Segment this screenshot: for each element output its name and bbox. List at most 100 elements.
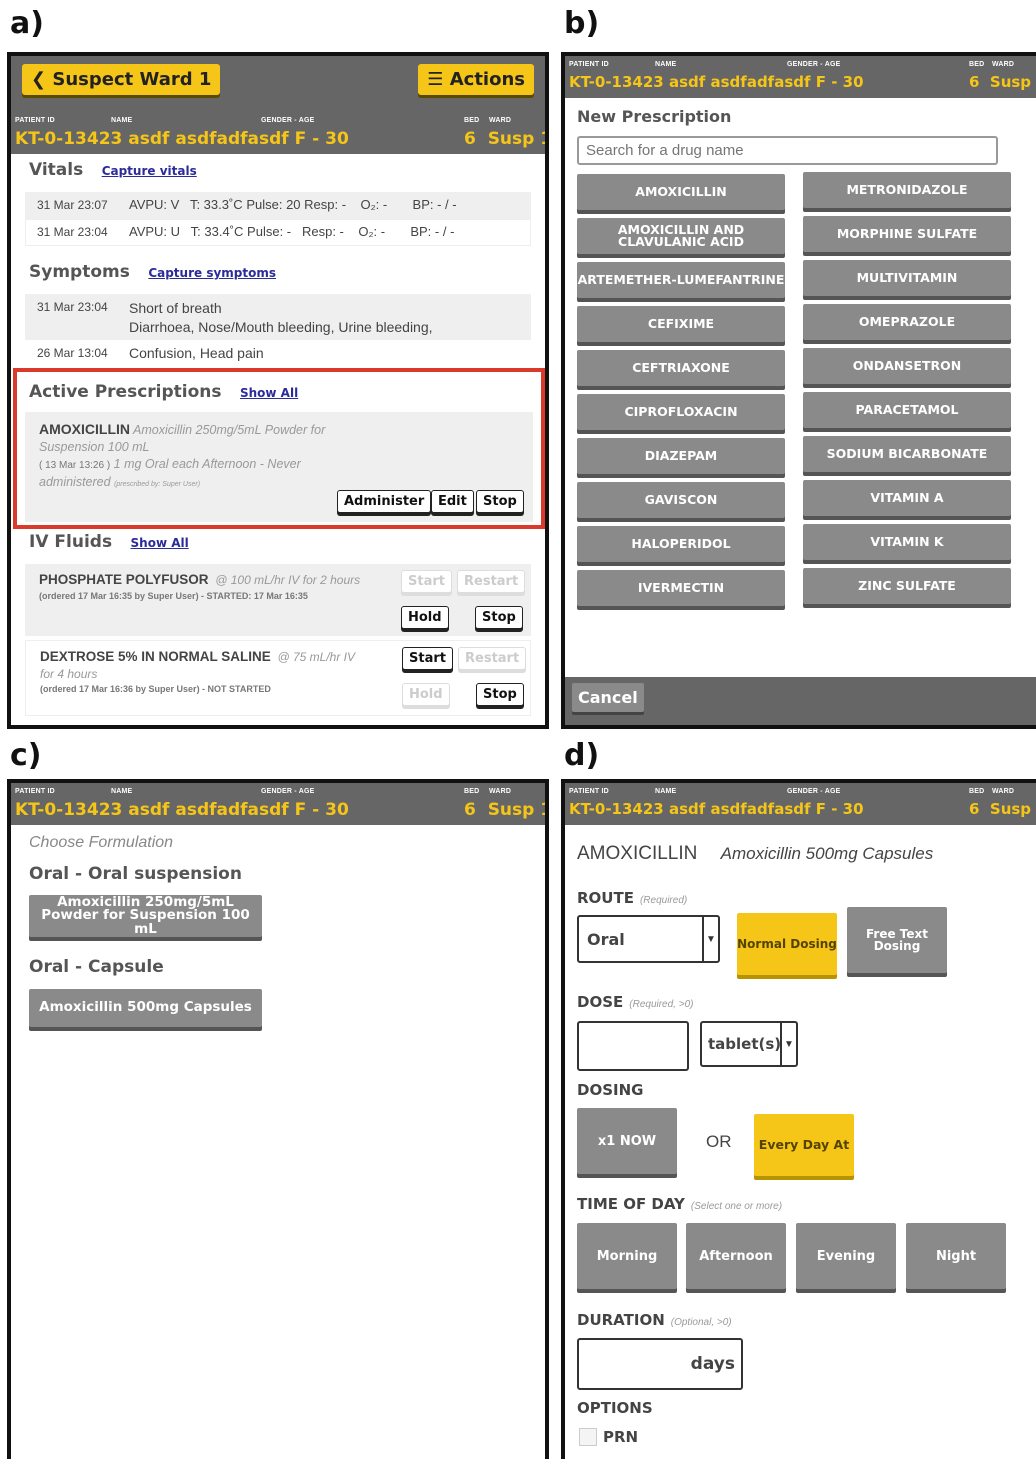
start-button[interactable]: Start bbox=[402, 647, 453, 670]
stop-button[interactable]: Stop bbox=[476, 490, 524, 513]
patient-id: KT-0-13423 asdf asdfadfasdf F - 30 bbox=[569, 800, 864, 818]
formulation-option[interactable]: Amoxicillin 500mg Capsules bbox=[29, 989, 262, 1027]
drug-button[interactable]: PARACETAMOL bbox=[803, 392, 1011, 428]
bed-ward: 6 Susp 1 bbox=[464, 800, 549, 820]
actions-button[interactable]: ☰ Actions bbox=[418, 64, 534, 95]
every-day-at-button[interactable]: Every Day At bbox=[754, 1114, 854, 1176]
symptoms-title: Symptoms bbox=[29, 262, 130, 282]
drug-button[interactable]: ZINC SULFATE bbox=[803, 568, 1011, 604]
top-bar: ❮ Suspect Ward 1 ☰ Actions bbox=[11, 56, 545, 112]
patient-id: KT-0-13423 asdf asdfadfasdf F - 30 bbox=[15, 800, 349, 820]
patient-id-label: PATIENT ID bbox=[15, 788, 55, 795]
drug-button[interactable]: SODIUM BICARBONATE bbox=[803, 436, 1011, 472]
ward-label: WARD bbox=[992, 788, 1015, 795]
drug-button[interactable]: ONDANSETRON bbox=[803, 348, 1011, 384]
iv-duration: for 4 hours bbox=[40, 667, 98, 681]
drug-button[interactable]: IVERMECTIN bbox=[577, 570, 785, 606]
time-evening-button[interactable]: Evening bbox=[796, 1223, 896, 1289]
or-text: OR bbox=[706, 1132, 732, 1151]
formulation-group: Oral - Capsule bbox=[29, 957, 164, 977]
start-button[interactable]: Start bbox=[401, 570, 452, 593]
formulation-option[interactable]: Amoxicillin 250mg/5mL Powder for Suspens… bbox=[29, 895, 262, 937]
ward-label: WARD bbox=[489, 788, 512, 795]
chevron-left-icon: ❮ bbox=[31, 69, 47, 90]
bed-label: BED bbox=[969, 788, 985, 795]
prescriptions-title: Active Prescriptions bbox=[29, 382, 222, 402]
hold-button[interactable]: Hold bbox=[402, 683, 450, 706]
gender-age-label: GENDER - AGE bbox=[787, 61, 841, 68]
dose-input[interactable] bbox=[577, 1021, 689, 1071]
capture-symptoms-link[interactable]: Capture symptoms bbox=[148, 266, 276, 280]
drug-button[interactable]: METRONIDAZOLE bbox=[803, 172, 1011, 208]
drug-button[interactable]: OMEPRAZOLE bbox=[803, 304, 1011, 340]
vitals-table: 31 Mar 23:07 AVPU: V T: 33.3˚C Pulse: 20… bbox=[25, 192, 531, 246]
drug-button[interactable]: VITAMIN A bbox=[803, 480, 1011, 516]
duration-input[interactable]: days bbox=[577, 1338, 743, 1390]
route-select[interactable]: Oral ▼ bbox=[577, 915, 720, 963]
prescriptions-show-all-link[interactable]: Show All bbox=[240, 386, 298, 400]
panel-label-a: a) bbox=[10, 6, 44, 41]
iv-order: (ordered 17 Mar 16:36 by Super User) - N… bbox=[40, 684, 271, 694]
patient-id: KT-0-13423 asdf asdfadfasdf F - 30 bbox=[15, 129, 349, 149]
restart-button[interactable]: Restart bbox=[458, 647, 527, 670]
drug-button[interactable]: CEFTRIAXONE bbox=[577, 350, 785, 386]
drug-button[interactable]: MULTIVITAMIN bbox=[803, 260, 1011, 296]
route-label: ROUTE (Required) bbox=[577, 889, 688, 907]
drug-button[interactable]: ARTEMETHER-LUMEFANTRINE bbox=[577, 262, 785, 298]
prescription-card: AMOXICILLIN Amoxicillin 250mg/5mL Powder… bbox=[25, 412, 533, 522]
route-value: Oral bbox=[587, 930, 625, 949]
bed-label: BED bbox=[464, 788, 480, 795]
ward-label: WARD bbox=[992, 61, 1015, 68]
normal-dosing-button[interactable]: Normal Dosing bbox=[737, 913, 837, 975]
cancel-button[interactable]: Cancel bbox=[572, 683, 644, 712]
patient-id: KT-0-13423 asdf asdfadfasdf F - 30 bbox=[569, 73, 864, 91]
dosing-label: DOSING bbox=[577, 1081, 644, 1099]
iv-show-all-link[interactable]: Show All bbox=[131, 536, 189, 550]
bed-ward: 6 Susp 1 bbox=[969, 73, 1036, 91]
drug-button[interactable]: AMOXICILLIN AND CLAVULANIC ACID bbox=[577, 218, 785, 254]
drug-button[interactable]: HALOPERIDOL bbox=[577, 526, 785, 562]
hold-button[interactable]: Hold bbox=[401, 606, 449, 629]
panel-label-d: d) bbox=[564, 738, 600, 773]
dose-unit-select[interactable]: tablet(s) ▼ bbox=[700, 1021, 798, 1067]
dose-label: DOSE (Required, >0) bbox=[577, 993, 694, 1011]
drug-button[interactable]: VITAMIN K bbox=[803, 524, 1011, 560]
patient-bar: PATIENT ID NAME GENDER - AGE BED WARD KT… bbox=[11, 783, 545, 825]
restart-button[interactable]: Restart bbox=[457, 570, 526, 593]
back-button[interactable]: ❮ Suspect Ward 1 bbox=[22, 64, 221, 95]
prn-checkbox[interactable] bbox=[579, 1428, 597, 1446]
iv-name: DEXTROSE 5% IN NORMAL SALINE bbox=[40, 649, 271, 664]
administer-button[interactable]: Administer bbox=[337, 490, 432, 513]
symptom-time: 31 Mar 23:04 bbox=[37, 300, 108, 314]
iv-item: PHOSPHATE POLYFUSOR @ 100 mL/hr IV for 2… bbox=[25, 564, 531, 636]
drug-button[interactable]: MORPHINE SULFATE bbox=[803, 216, 1011, 252]
panel-b: PATIENT ID NAME GENDER - AGE BED WARD KT… bbox=[561, 52, 1036, 729]
patient-id-label: PATIENT ID bbox=[569, 61, 609, 68]
time-of-day-label: TIME OF DAY (Select one or more) bbox=[577, 1195, 783, 1213]
drug-button[interactable]: DIAZEPAM bbox=[577, 438, 785, 474]
drug-button[interactable]: CEFIXIME bbox=[577, 306, 785, 342]
x1-now-button[interactable]: x1 NOW bbox=[577, 1108, 677, 1174]
free-text-dosing-button[interactable]: Free Text Dosing bbox=[847, 907, 947, 973]
drug-button[interactable]: AMOXICILLIN bbox=[577, 174, 785, 210]
drug-button[interactable]: GAVISCON bbox=[577, 482, 785, 518]
choose-formulation-heading: Choose Formulation bbox=[29, 834, 174, 851]
time-night-button[interactable]: Night bbox=[906, 1223, 1006, 1289]
panel-d: PATIENT ID NAME GENDER - AGE BED WARD KT… bbox=[561, 779, 1036, 1459]
drug-search-input[interactable] bbox=[577, 136, 998, 165]
iv-desc: PHOSPHATE POLYFUSOR @ 100 mL/hr IV for 2… bbox=[39, 572, 360, 587]
stop-button[interactable]: Stop bbox=[476, 683, 524, 706]
gender-age-label: GENDER - AGE bbox=[787, 788, 841, 795]
duration-label: DURATION (Optional, >0) bbox=[577, 1311, 732, 1329]
patient-id-label: PATIENT ID bbox=[15, 117, 55, 124]
capture-vitals-link[interactable]: Capture vitals bbox=[102, 164, 197, 178]
patient-name-label: NAME bbox=[655, 61, 677, 68]
patient-name-label: NAME bbox=[111, 788, 133, 795]
drug-button[interactable]: CIPROFLOXACIN bbox=[577, 394, 785, 430]
prescriber: (prescribed by: Super User) bbox=[114, 481, 201, 488]
time-morning-button[interactable]: Morning bbox=[577, 1223, 677, 1289]
time-afternoon-button[interactable]: Afternoon bbox=[686, 1223, 786, 1289]
stop-button[interactable]: Stop bbox=[475, 606, 523, 629]
drug-header: AMOXICILLIN Amoxicillin 500mg Capsules bbox=[577, 843, 933, 865]
edit-button[interactable]: Edit bbox=[431, 490, 474, 513]
